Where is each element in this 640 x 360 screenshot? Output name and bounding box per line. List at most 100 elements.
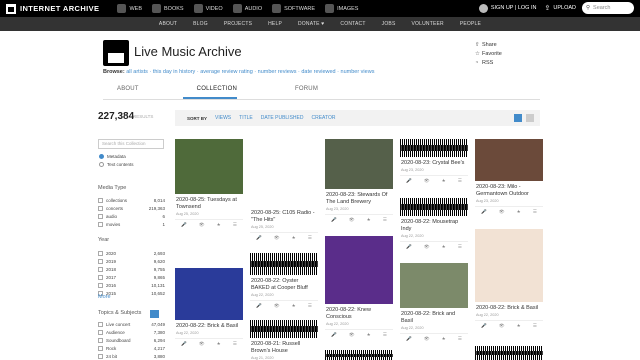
internet-archive-logo[interactable]: INTERNET ARCHIVE [6,3,99,14]
facet-row[interactable]: concerts 219,363 [98,206,165,211]
facet-row[interactable]: 2017 9,865 [98,275,165,280]
subnav-item[interactable]: HELP [268,21,282,27]
media-item-images[interactable]: IMAGES [325,4,358,13]
facet-row[interactable]: Audience 7,380 [98,330,165,335]
collection-search-input[interactable]: Search this Collection [98,139,164,149]
result-tile[interactable]: 2020-08-22: Brick & Basil Aug 22, 2020 🎤 👁 ★… [175,268,243,347]
checkbox-icon[interactable] [98,198,103,203]
share-action[interactable]: ⇧ Share [475,41,502,50]
signin-link[interactable]: SIGN UP | LOG IN [491,5,537,11]
radio-text-contents[interactable]: Text contents [99,162,134,167]
waveform-thumbnail[interactable] [400,198,468,216]
checkbox-icon[interactable] [98,267,103,272]
result-tile[interactable]: 2020-08-23: Stewards Of The Land Brewery… [325,139,393,223]
radio-metadata[interactable]: Metadata [99,154,126,159]
checkbox-icon[interactable] [98,338,103,343]
tile-thumbnail[interactable] [475,229,543,302]
checkbox-icon[interactable] [98,206,103,211]
result-tile[interactable]: 2020-08-25: C105 Radio - "The Hits" Aug 2… [250,139,318,241]
subnav-item[interactable]: PROJECTS [224,21,252,27]
subnav-item[interactable]: VOLUNTEER [411,21,443,27]
tile-title[interactable]: 2020-08-25: C105 Radio - "The Hits" [250,210,318,224]
facet-chart-icon[interactable] [150,310,159,318]
facet-row[interactable]: collections 8,014 [98,198,165,203]
waveform-thumbnail[interactable] [325,350,393,360]
facet-row[interactable]: 2019 9,620 [98,259,165,264]
list-view-icon[interactable] [526,114,534,122]
waveform-thumbnail[interactable] [250,320,318,338]
tab-collection[interactable]: COLLECTION [182,86,238,99]
facet-row[interactable]: Rock 4,217 [98,346,165,351]
tab-about[interactable]: ABOUT [103,86,139,99]
checkbox-icon[interactable] [98,259,103,264]
result-tile[interactable]: 2020-08-23: Crystal Bee's Aug 23, 2020 🎤 👁 ★… [400,139,468,184]
sort-option-date-published[interactable]: DATE PUBLISHED [261,115,304,121]
media-item-books[interactable]: BOOKS [152,4,184,13]
checkbox-icon[interactable] [98,346,103,351]
result-tile[interactable] [475,346,543,360]
result-tile[interactable]: 2020-08-23: Milo - Germantown Outdoor Aug… [475,139,543,215]
user-icon[interactable] [478,3,488,13]
facet-row[interactable]: 2016 10,131 [98,283,165,288]
subnav-item[interactable]: ABOUT [159,21,177,27]
checkbox-icon[interactable] [98,275,103,280]
checkbox-icon[interactable] [98,354,103,359]
checkbox-icon[interactable] [98,322,103,327]
tile-thumbnail[interactable] [175,268,243,320]
result-tile[interactable]: 2020-08-22: Brick and Basil Aug 22, 2020 🎤… [400,263,468,342]
result-tile[interactable]: 2020-08-21: Russell Brown's House Aug 21,… [250,320,318,360]
sort-option-creator[interactable]: CREATOR [311,115,335,121]
facet-row[interactable]: Live concert 47,049 [98,322,165,327]
waveform-thumbnail[interactable] [475,346,543,360]
result-tile[interactable]: 2020-08-22: Brick & Basil Aug 22, 2020 🎤 👁 ★… [475,229,543,329]
checkbox-icon[interactable] [98,222,103,227]
facet-row[interactable]: audio 6 [98,214,165,219]
waveform-thumbnail[interactable] [250,253,318,275]
upload-link[interactable]: UPLOAD [553,5,576,11]
subnav-item[interactable]: JOBS [382,21,396,27]
tile-thumbnail[interactable] [250,139,318,207]
tile-thumbnail[interactable] [325,139,393,189]
favorite-action[interactable]: ☆ Favorite [475,50,502,59]
result-tile[interactable]: 2020-08-25: Tuesdays at Townsend Aug 25, … [175,139,243,228]
grid-view-icon[interactable] [514,114,522,122]
search-input[interactable]: ⚲ Search [582,2,634,14]
subnav-item[interactable]: DONATE ♥ [298,21,324,27]
browse-link-list[interactable]: all artists · this day in history · aver… [126,69,374,75]
sort-option-views[interactable]: VIEWS [215,115,231,121]
tab-forum[interactable]: FORUM [281,86,318,99]
result-tile[interactable]: 2020-08-22: Oyster BAKED at Cooper Bluff… [250,253,318,309]
checkbox-icon[interactable] [98,251,103,256]
upload-icon[interactable]: ⇪ [545,4,551,12]
checkbox-icon[interactable] [98,330,103,335]
media-item-video[interactable]: VIDEO [193,4,223,13]
media-item-audio[interactable]: AUDIO [232,4,262,13]
tile-title[interactable]: 2020-08-23: Milo - Germantown Outdoor [475,184,543,198]
tile-title[interactable]: 2020-08-23: Stewards Of The Land Brewery [325,192,393,206]
checkbox-icon[interactable] [98,283,103,288]
tile-title[interactable]: 2020-08-22: Knew Conscious [325,307,393,321]
subnav-item[interactable]: BLOG [193,21,208,27]
media-item-software[interactable]: SOFTWARE [272,4,315,13]
result-tile[interactable]: 2020-08-22: Knew Conscious Aug 22, 2020 🎤 👁… [325,236,393,338]
sort-option-title[interactable]: TITLE [239,115,253,121]
tile-thumbnail[interactable] [325,236,393,304]
checkbox-icon[interactable] [98,214,103,219]
tile-title[interactable]: 2020-08-22: Brick and Basil [400,311,468,325]
tile-title[interactable]: 2020-08-21: Russell Brown's House [250,341,318,355]
waveform-thumbnail[interactable] [400,139,468,157]
tile-title[interactable]: 2020-08-22: Mousetrap Indy [400,219,468,233]
result-tile[interactable]: 2020-08-22: Mousetrap Indy Aug 22, 2020 🎤 👁… [400,198,468,250]
tile-thumbnail[interactable] [400,263,468,308]
tile-title[interactable]: 2020-08-22: Brick & Basil [175,323,243,330]
subnav-item[interactable]: CONTACT [340,21,365,27]
result-tile[interactable] [325,350,393,360]
facet-row[interactable]: movies 1 [98,222,165,227]
facet-row[interactable]: Soundboard 6,294 [98,338,165,343]
tile-title[interactable]: 2020-08-25: Tuesdays at Townsend [175,197,243,211]
subnav-item[interactable]: PEOPLE [460,21,481,27]
tile-title[interactable]: 2020-08-23: Crystal Bee's [400,160,468,167]
media-item-web[interactable]: WEB [117,4,142,13]
facet-more-link[interactable]: More [98,294,111,300]
facet-row[interactable]: 2020 2,693 [98,251,165,256]
